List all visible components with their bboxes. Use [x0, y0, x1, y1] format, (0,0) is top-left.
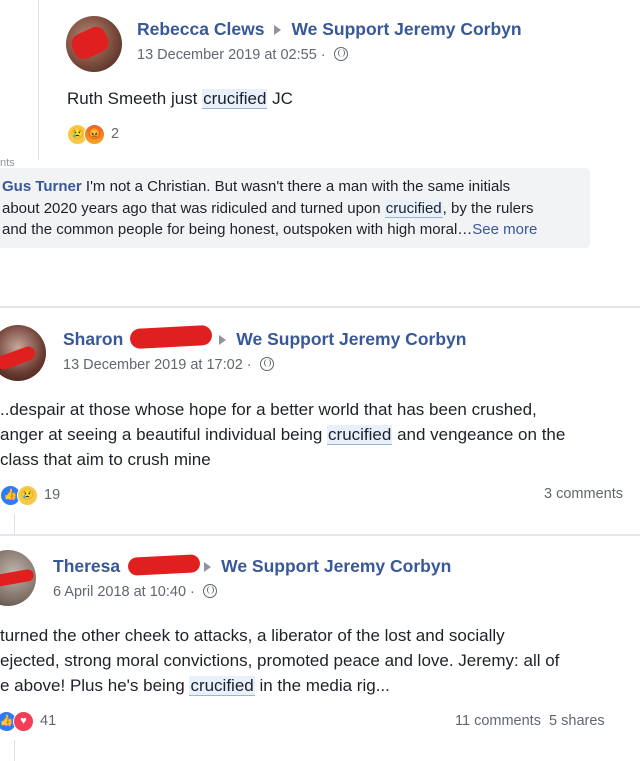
group-name[interactable]: We Support Jeremy Corbyn	[221, 556, 451, 576]
post-text-part: JC	[267, 89, 293, 108]
post-text-part: in the media rig...	[254, 676, 390, 695]
redaction-mark	[127, 554, 201, 576]
post-text-line: class that aim to crush mine	[0, 450, 211, 469]
highlighted-word: crucified	[202, 89, 268, 109]
author-name[interactable]: Theresa	[53, 556, 120, 576]
engagement-stats: 11 comments 5 shares	[455, 713, 605, 729]
post-header: Rebecca Clews We Support Jeremy Corbyn	[137, 19, 522, 40]
redaction-mark	[0, 568, 35, 588]
redaction-mark	[129, 324, 213, 350]
love-reaction-icon: ♥	[13, 710, 34, 732]
post-text-part: anger at seeing a beautiful individual b…	[0, 425, 328, 444]
arrow-right-icon	[219, 335, 227, 346]
comment-line: about 2020 years ago that was ridiculed …	[2, 199, 385, 217]
highlighted-word: crucified	[384, 199, 443, 218]
comment-text: Gus Turner I'm not a Christian. But wasn…	[2, 176, 537, 241]
reaction-count[interactable]: 41	[40, 713, 56, 729]
globe-icon	[259, 357, 274, 371]
reactions-bar[interactable]: 👍 ♥ 41	[0, 710, 56, 732]
post-timestamp[interactable]: 13 December 2019 at 17:02	[63, 357, 243, 373]
highlighted-word: crucified	[189, 676, 255, 696]
post-text: turned the other cheek to attacks, a lib…	[0, 623, 559, 698]
post-timestamp-row: 13 December 2019 at 17:02 ·	[63, 357, 274, 373]
post-text: ..despair at those whose hope for a bett…	[0, 397, 565, 472]
redaction-mark	[68, 23, 112, 63]
post-text-part: Ruth Smeeth just	[67, 89, 203, 108]
post-timestamp-row: 13 December 2019 at 02:55 ·	[137, 47, 348, 63]
redaction-mark	[0, 344, 38, 372]
reactions-bar[interactable]: 👍 😢 19	[0, 484, 60, 506]
avatar[interactable]	[0, 550, 36, 606]
post-text: Ruth Smeeth just crucified JC	[67, 86, 293, 111]
post-text-part: e above! Plus he's being	[0, 676, 190, 695]
globe-icon	[202, 584, 217, 598]
post-text-part: and vengeance on the	[392, 425, 566, 444]
sad-reaction-icon: 😢	[17, 484, 38, 506]
post-timestamp[interactable]: 6 April 2018 at 10:40	[53, 584, 186, 600]
see-more-link[interactable]: See more	[472, 221, 537, 238]
thread-line	[38, 0, 39, 160]
reaction-count[interactable]: 2	[111, 126, 119, 142]
group-name[interactable]: We Support Jeremy Corbyn	[291, 19, 521, 39]
post-header: Sharon We Support Jeremy Corbyn	[63, 329, 466, 350]
author-name[interactable]: Rebecca Clews	[137, 19, 264, 39]
reaction-count[interactable]: 19	[44, 487, 60, 503]
comments-count[interactable]: 3 comments	[544, 486, 623, 502]
highlighted-word: crucified	[327, 425, 393, 445]
group-name[interactable]: We Support Jeremy Corbyn	[236, 329, 466, 349]
post-text-line: turned the other cheek to attacks, a lib…	[0, 626, 505, 645]
shares-count[interactable]: 5 shares	[549, 713, 605, 729]
post-timestamp-row: 6 April 2018 at 10:40 ·	[53, 584, 217, 600]
arrow-right-icon	[204, 562, 212, 573]
post-timestamp[interactable]: 13 December 2019 at 02:55	[137, 47, 317, 63]
globe-icon	[333, 47, 348, 61]
angry-reaction-icon: 😡	[84, 123, 105, 145]
comments-count[interactable]: 11 comments	[455, 713, 541, 729]
arrow-right-icon	[274, 25, 282, 36]
post-divider	[0, 306, 640, 308]
author-name[interactable]: Sharon	[63, 329, 123, 349]
post-header: Theresa We Support Jeremy Corbyn	[53, 556, 451, 577]
post-text-line: ejected, strong moral convictions, promo…	[0, 651, 560, 670]
thread-line	[14, 740, 15, 761]
avatar[interactable]	[66, 16, 122, 72]
avatar[interactable]	[0, 325, 46, 381]
post-divider	[0, 534, 640, 536]
thread-line	[14, 514, 15, 534]
comment-line: and the common people for being honest, …	[2, 221, 473, 238]
reactions-bar[interactable]: 😢 😡 2	[67, 123, 119, 145]
comment-line: I'm not a Christian. But wasn't there a …	[81, 178, 511, 195]
comment-author[interactable]: Gus Turner	[2, 178, 82, 195]
post-text-line: ..despair at those whose hope for a bett…	[0, 400, 537, 419]
comment-line: , by the rulers	[442, 199, 534, 217]
